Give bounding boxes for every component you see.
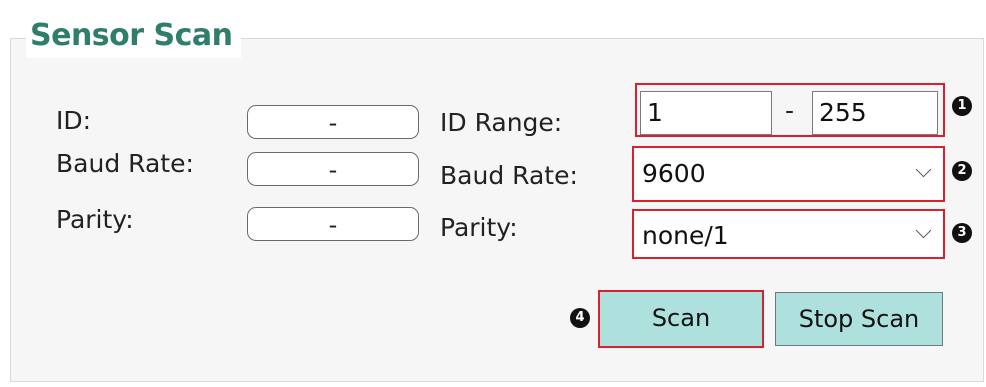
id-range-highlight: 1 - 255 (635, 83, 945, 137)
parity-selected: none/1 (642, 221, 729, 250)
id-range-from-input[interactable]: 1 (640, 91, 772, 135)
baud-rate-setting-label: Baud Rate: (440, 161, 578, 190)
group-title: Sensor Scan (26, 14, 241, 58)
baud-rate-readout: - (247, 152, 419, 186)
id-readout: - (247, 105, 419, 139)
baud-rate-selected: 9600 (642, 159, 706, 188)
parity-dropdown[interactable]: none/1 (632, 209, 945, 259)
id-range-separator: - (785, 96, 795, 125)
id-range-label: ID Range: (440, 108, 563, 137)
chevron-down-icon (915, 222, 932, 239)
baud-rate-dropdown[interactable]: 9600 (632, 146, 945, 202)
baud-rate-label: Baud Rate: (56, 149, 194, 178)
callout-2-badge: 2 (952, 161, 972, 181)
scan-button[interactable]: Scan (598, 290, 764, 348)
callout-4-badge: 4 (570, 308, 590, 328)
id-label: ID: (56, 106, 92, 135)
parity-setting-label: Parity: (440, 213, 518, 242)
parity-label: Parity: (56, 205, 134, 234)
id-range-to-input[interactable]: 255 (812, 91, 938, 135)
callout-3-badge: 3 (952, 223, 972, 243)
stop-scan-button[interactable]: Stop Scan (775, 292, 943, 346)
parity-readout: - (247, 207, 419, 241)
callout-1-badge: 1 (952, 96, 972, 116)
sensor-scan-panel: Sensor Scan ID: Baud Rate: Parity: - - -… (0, 0, 986, 387)
chevron-down-icon (915, 161, 932, 178)
